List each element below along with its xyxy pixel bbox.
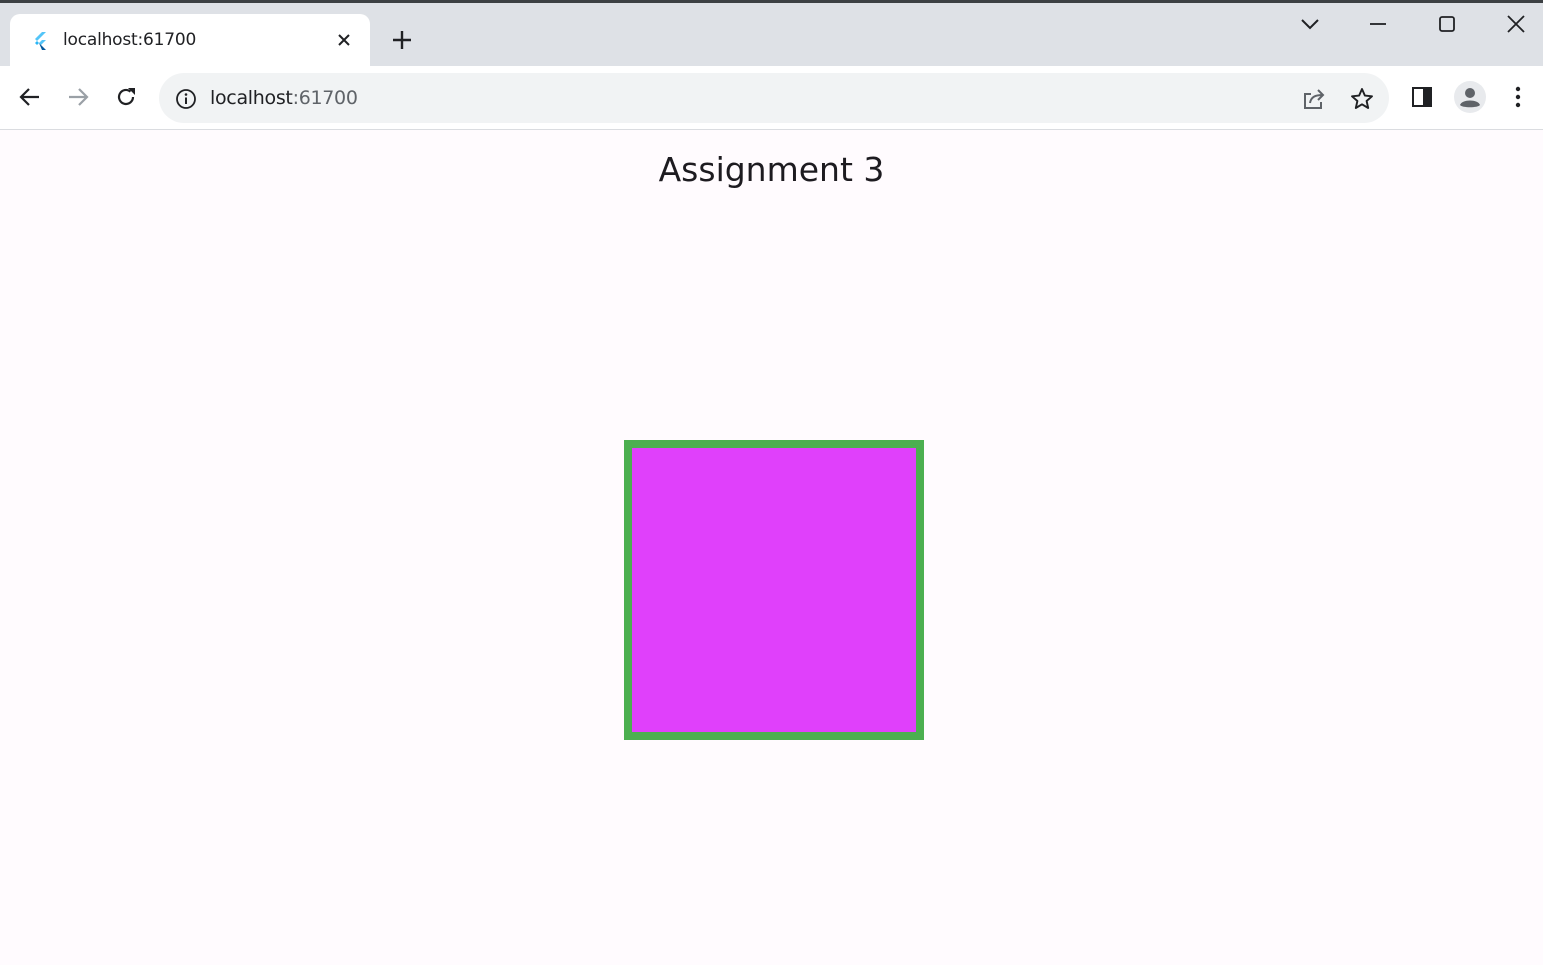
page-title: Assignment 3 [658, 150, 885, 189]
window-top-edge [0, 0, 1543, 3]
app-page: Assignment 3 [0, 130, 1543, 965]
tab-title: localhost:61700 [63, 30, 197, 50]
close-tab-icon[interactable] [332, 28, 356, 52]
reload-icon[interactable] [109, 80, 143, 114]
share-icon[interactable] [1300, 85, 1328, 113]
profile-icon[interactable] [1453, 80, 1487, 114]
close-icon[interactable] [1496, 8, 1536, 40]
maximize-icon[interactable] [1427, 8, 1467, 40]
minimize-icon[interactable] [1358, 8, 1398, 40]
browser-toolbar: localhost:61700 [0, 66, 1543, 130]
magenta-box [624, 440, 924, 740]
url-text: localhost:61700 [210, 87, 358, 109]
address-bar[interactable]: localhost:61700 [159, 73, 1389, 123]
browser-tab[interactable]: localhost:61700 [10, 14, 370, 66]
url-port: :61700 [292, 87, 358, 109]
star-icon[interactable] [1348, 85, 1376, 113]
info-icon[interactable] [175, 88, 197, 110]
tab-strip: localhost:61700 [0, 0, 1543, 66]
back-icon[interactable] [13, 80, 47, 114]
flutter-icon [30, 30, 50, 50]
tab-search-icon[interactable] [1290, 8, 1330, 40]
plus-icon[interactable] [388, 26, 416, 54]
url-host: localhost [210, 87, 293, 109]
menu-icon[interactable] [1501, 80, 1535, 114]
side-panel-icon[interactable] [1405, 80, 1439, 114]
forward-icon[interactable] [61, 80, 95, 114]
